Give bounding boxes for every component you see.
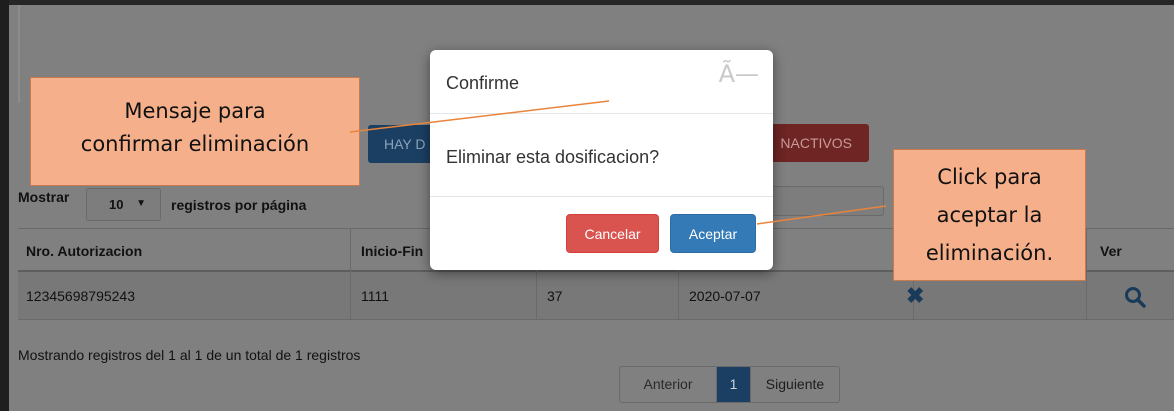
callout-leader-lines <box>349 100 887 225</box>
